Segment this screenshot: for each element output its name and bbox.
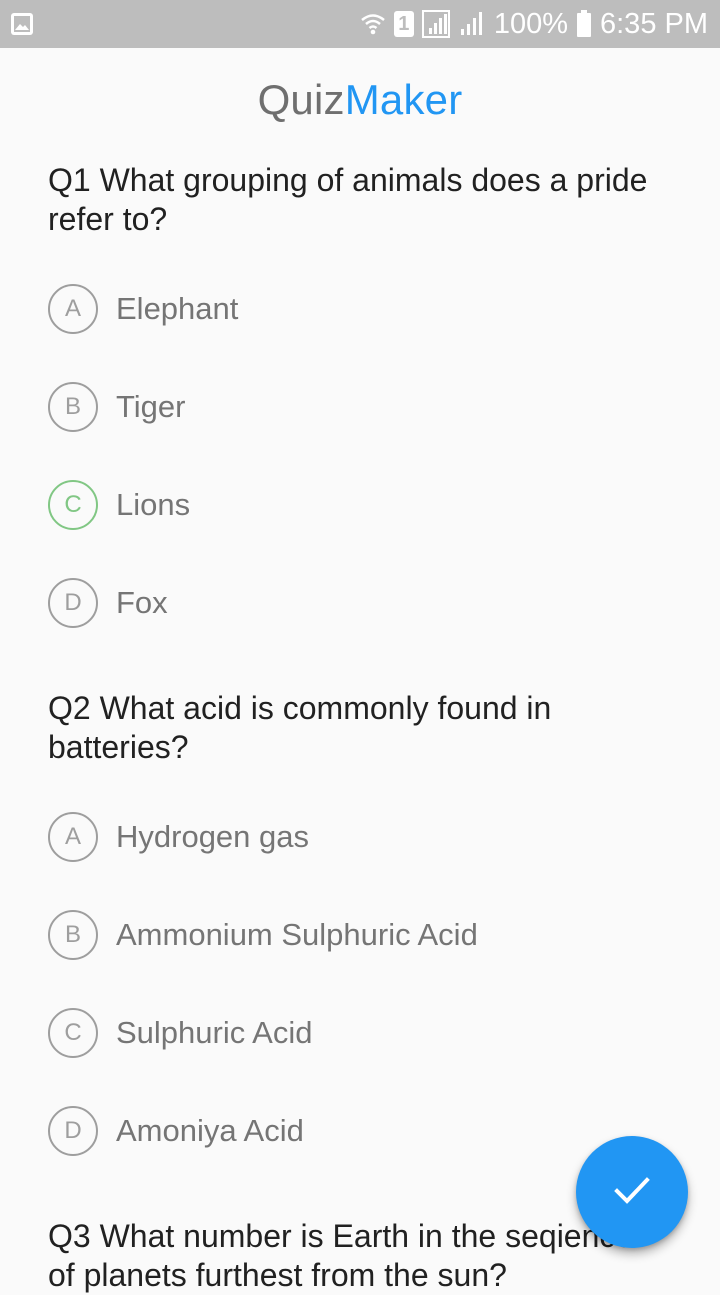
answer-option[interactable]: B Ammonium Sulphuric Acid [48, 910, 648, 960]
question-text: Q1 What grouping of animals does a pride… [48, 162, 648, 237]
option-letter-badge: D [48, 1106, 98, 1156]
option-letter-badge: B [48, 910, 98, 960]
clock: 6:35 PM [600, 7, 708, 40]
option-label: Ammonium Sulphuric Acid [116, 917, 478, 952]
wifi-icon [360, 11, 386, 37]
submit-fab-button[interactable] [576, 1136, 688, 1248]
option-label: Fox [116, 585, 168, 620]
option-label: Elephant [116, 291, 239, 326]
option-label: Tiger [116, 389, 186, 424]
check-icon [612, 1170, 652, 1215]
option-letter-badge: B [48, 382, 98, 432]
option-letter-badge: A [48, 284, 98, 334]
option-label: Sulphuric Acid [116, 1015, 313, 1050]
battery-icon [576, 10, 592, 38]
app-title-maker: Maker [344, 76, 463, 123]
answer-option[interactable]: D Amoniya Acid [48, 1106, 648, 1156]
app-title: QuizMaker [0, 76, 720, 124]
answer-option[interactable]: B Tiger [48, 382, 648, 432]
answer-option[interactable]: A Elephant [48, 284, 648, 334]
option-label: Amoniya Acid [116, 1113, 304, 1148]
option-letter-badge: C [48, 480, 98, 530]
answer-option-selected[interactable]: C Lions [48, 480, 648, 530]
app-title-quiz: Quiz [257, 76, 345, 123]
gallery-icon [10, 12, 34, 41]
option-label: Hydrogen gas [116, 819, 310, 854]
signal-icon [458, 10, 486, 38]
option-letter-badge: A [48, 812, 98, 862]
question-text: Q2 What acid is commonly found in batter… [48, 690, 552, 765]
option-label: Lions [116, 487, 191, 522]
option-letter-badge: C [48, 1008, 98, 1058]
answer-option[interactable]: A Hydrogen gas [48, 812, 648, 862]
status-bar: 1 100% 6:35 PM [0, 0, 720, 48]
answer-option[interactable]: C Sulphuric Acid [48, 1008, 648, 1058]
sim-icon: 1 [393, 11, 414, 37]
question-text: Q3 What number is Earth in the seqience … [48, 1218, 634, 1293]
signal-icon [421, 10, 450, 38]
battery-percent: 100% [493, 7, 568, 40]
option-letter-badge: D [48, 578, 98, 628]
answer-option[interactable]: D Fox [48, 578, 648, 628]
